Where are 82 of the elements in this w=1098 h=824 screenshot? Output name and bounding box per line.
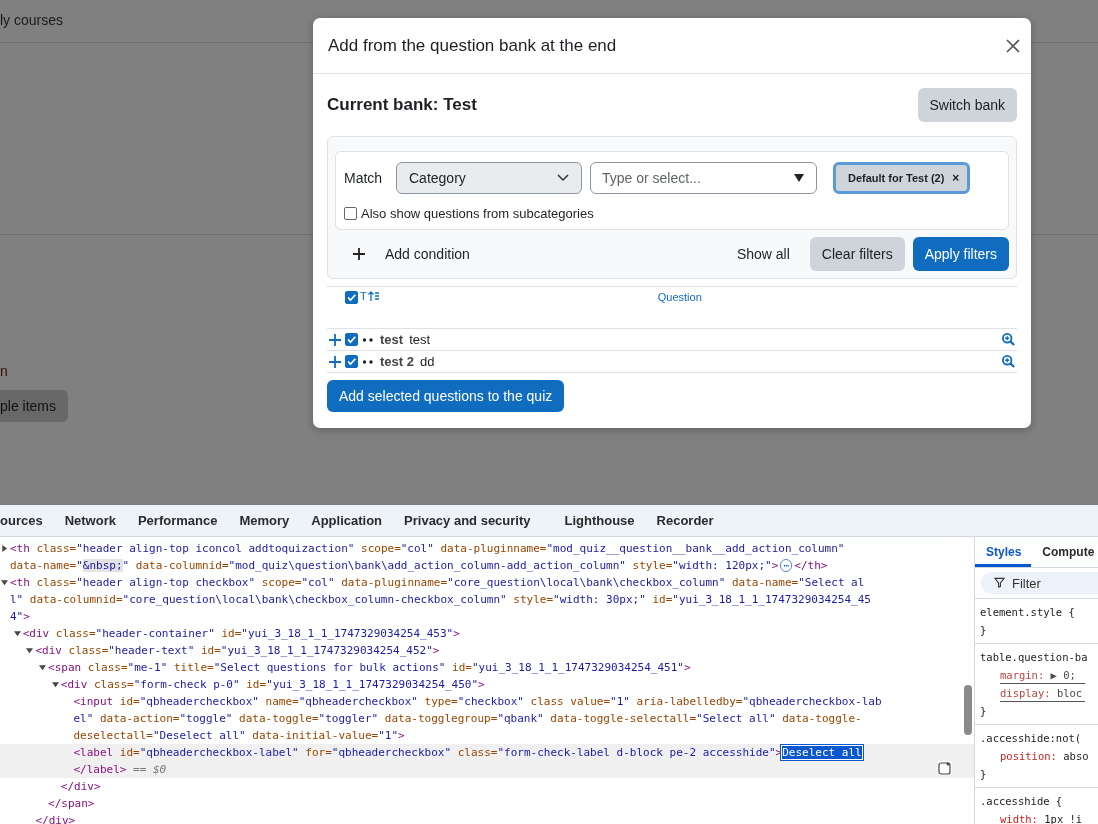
styles-tab[interactable]: Styles [975, 537, 1032, 567]
code-line: <th class="header align-top iconcol addtoquizaction" scope="col" data-pluginname="mod_quiz__question__bank__add_action_column" [10, 542, 845, 555]
code-line: <input id="qbheadercheckbox" name="qbheadercheckbox" type="checkbox" class value="1" aria-labelledby="qbheadercheckbox-lab [73, 695, 882, 708]
question-text: test [409, 332, 431, 347]
dialog-title: Add from the question bank at the end [328, 35, 617, 56]
switch-bank-button[interactable]: Switch bank [917, 88, 1017, 122]
expand-arrow-icon[interactable] [1, 579, 8, 586]
dropdown-arrow-icon[interactable] [794, 174, 804, 182]
close-icon[interactable] [1005, 37, 1021, 54]
scrollbar[interactable] [964, 685, 972, 735]
css-brace: } [980, 623, 988, 638]
add-icon[interactable] [329, 333, 341, 346]
question-name: test [380, 332, 404, 347]
styles-tab[interactable]: Compute [1031, 537, 1098, 567]
column-header[interactable]: T [360, 291, 367, 302]
css-brace: } [980, 767, 988, 782]
code-line: data-name="&nbsp;" data-columnid="mod_quiz\question\bank\add_action_column-add_action_column" style="width: 120px;"> [10, 559, 779, 572]
category-chip[interactable]: Default for Test (2) × [833, 162, 971, 194]
code-line: <div class="header-text" id="yui_3_18_1_1_1747329034254_452"> [35, 644, 440, 657]
expand-arrow-icon[interactable] [1, 545, 8, 552]
devtools-tab[interactable]: ources [0, 513, 54, 528]
code-line: <div class="header-container" id="yui_3_18_1_1_1747329034254_453"> [22, 627, 460, 640]
clear-filters-button[interactable]: Clear filters [809, 237, 905, 271]
css-selector: table.question-ba [980, 650, 1089, 665]
devtools-tab[interactable]: Lighthouse [553, 513, 646, 528]
code-line: l" data-columnid="core_question\local\bank\checkbox_column-checkbox_column" style="width: 30px;" id="yui_3_18_1_1_1747329034254_45 [10, 593, 871, 606]
code-line: </label> == $0 [73, 763, 167, 776]
devtools-tab[interactable]: Performance [126, 513, 229, 528]
devtools-tab[interactable]: Memory [228, 513, 301, 528]
css-selector: .accesshide:not( [980, 731, 1083, 746]
match-label: Match [344, 170, 384, 186]
column-header[interactable]: Question [657, 291, 702, 303]
expand-arrow-icon[interactable] [26, 647, 34, 654]
css-selector: .accesshide { [980, 794, 1064, 809]
css-declaration: display: bloc [980, 684, 1098, 702]
devtools-tab[interactable]: Application [300, 513, 394, 528]
checkbox-label[interactable]: Also show questions from subcategories [361, 206, 594, 221]
css-declaration: margin: ▶ 0; [980, 666, 1098, 684]
condition-select[interactable]: Category [396, 162, 582, 194]
checkbox[interactable] [345, 355, 358, 368]
devtools-tab[interactable]: Recorder [645, 513, 725, 528]
css-selector: element.style { [980, 605, 1076, 620]
checkbox[interactable] [345, 291, 358, 304]
show-all-button[interactable]: Show all [724, 237, 802, 271]
sort-icon[interactable] [367, 291, 380, 301]
expand-arrow-icon[interactable] [51, 681, 59, 688]
css-brace: } [980, 704, 988, 719]
devtools-tab[interactable]: Network [53, 513, 127, 528]
devtools-tab[interactable]: Privacy and security [393, 513, 542, 528]
question-name: test 2 [380, 354, 414, 369]
chevron-down-icon[interactable] [557, 174, 569, 182]
question-text: dd [419, 354, 435, 369]
code-line: el" data-action="toggle" data-toggle="toggler" data-togglegroup="qbank" data-toggle-selectall="Select all" data-toggle- [73, 712, 862, 725]
filter-field[interactable]: Filter [981, 572, 1098, 594]
question-type-icon [362, 337, 374, 342]
expand-arrow-icon[interactable] [39, 664, 47, 671]
value-field[interactable]: Type or select... [590, 162, 817, 194]
code-line: 4"> [10, 610, 30, 623]
current-bank-heading: Current bank: Test [327, 95, 477, 115]
code-line: deselectall="Deselect all" data-initial-value="1"> [73, 729, 405, 742]
code-line: <div class="form-check p-0" id="yui_3_18_1_1_1747329034254_450"> [60, 678, 485, 691]
add-condition-link[interactable]: Add condition [385, 246, 470, 262]
filter-icon [994, 577, 1005, 588]
zoom-in-icon[interactable] [1002, 333, 1015, 346]
css-declaration: position: abso [999, 749, 1090, 764]
apply-filters-button[interactable]: Apply filters [912, 237, 1009, 271]
add-questions-button[interactable]: Add selected questions to the quiz [327, 380, 565, 412]
assist-icon[interactable] [938, 761, 952, 775]
code-line: <th class="header align-top checkbox" scope="col" data-pluginname="core_question\local\bank\checkbox_column" data-name="Select al [10, 576, 865, 589]
nav-link[interactable]: ly courses [0, 12, 64, 28]
code-line: <span class="me-1" title="Select questions for bulk actions" id="yui_3_18_1_1_1747329034254_451"> [48, 661, 691, 674]
plus-icon[interactable] [353, 248, 365, 260]
zoom-in-icon[interactable] [1002, 355, 1015, 368]
code-line: </th> [794, 559, 828, 572]
text-fragment: n [0, 363, 8, 379]
code-line: </span> [48, 797, 95, 810]
expand-arrow-icon[interactable] [13, 630, 21, 637]
question-type-icon [362, 359, 374, 364]
checkbox[interactable] [345, 333, 358, 346]
add-icon[interactable] [329, 355, 341, 368]
code-line: </div> [60, 780, 101, 793]
checkbox[interactable] [344, 207, 357, 220]
